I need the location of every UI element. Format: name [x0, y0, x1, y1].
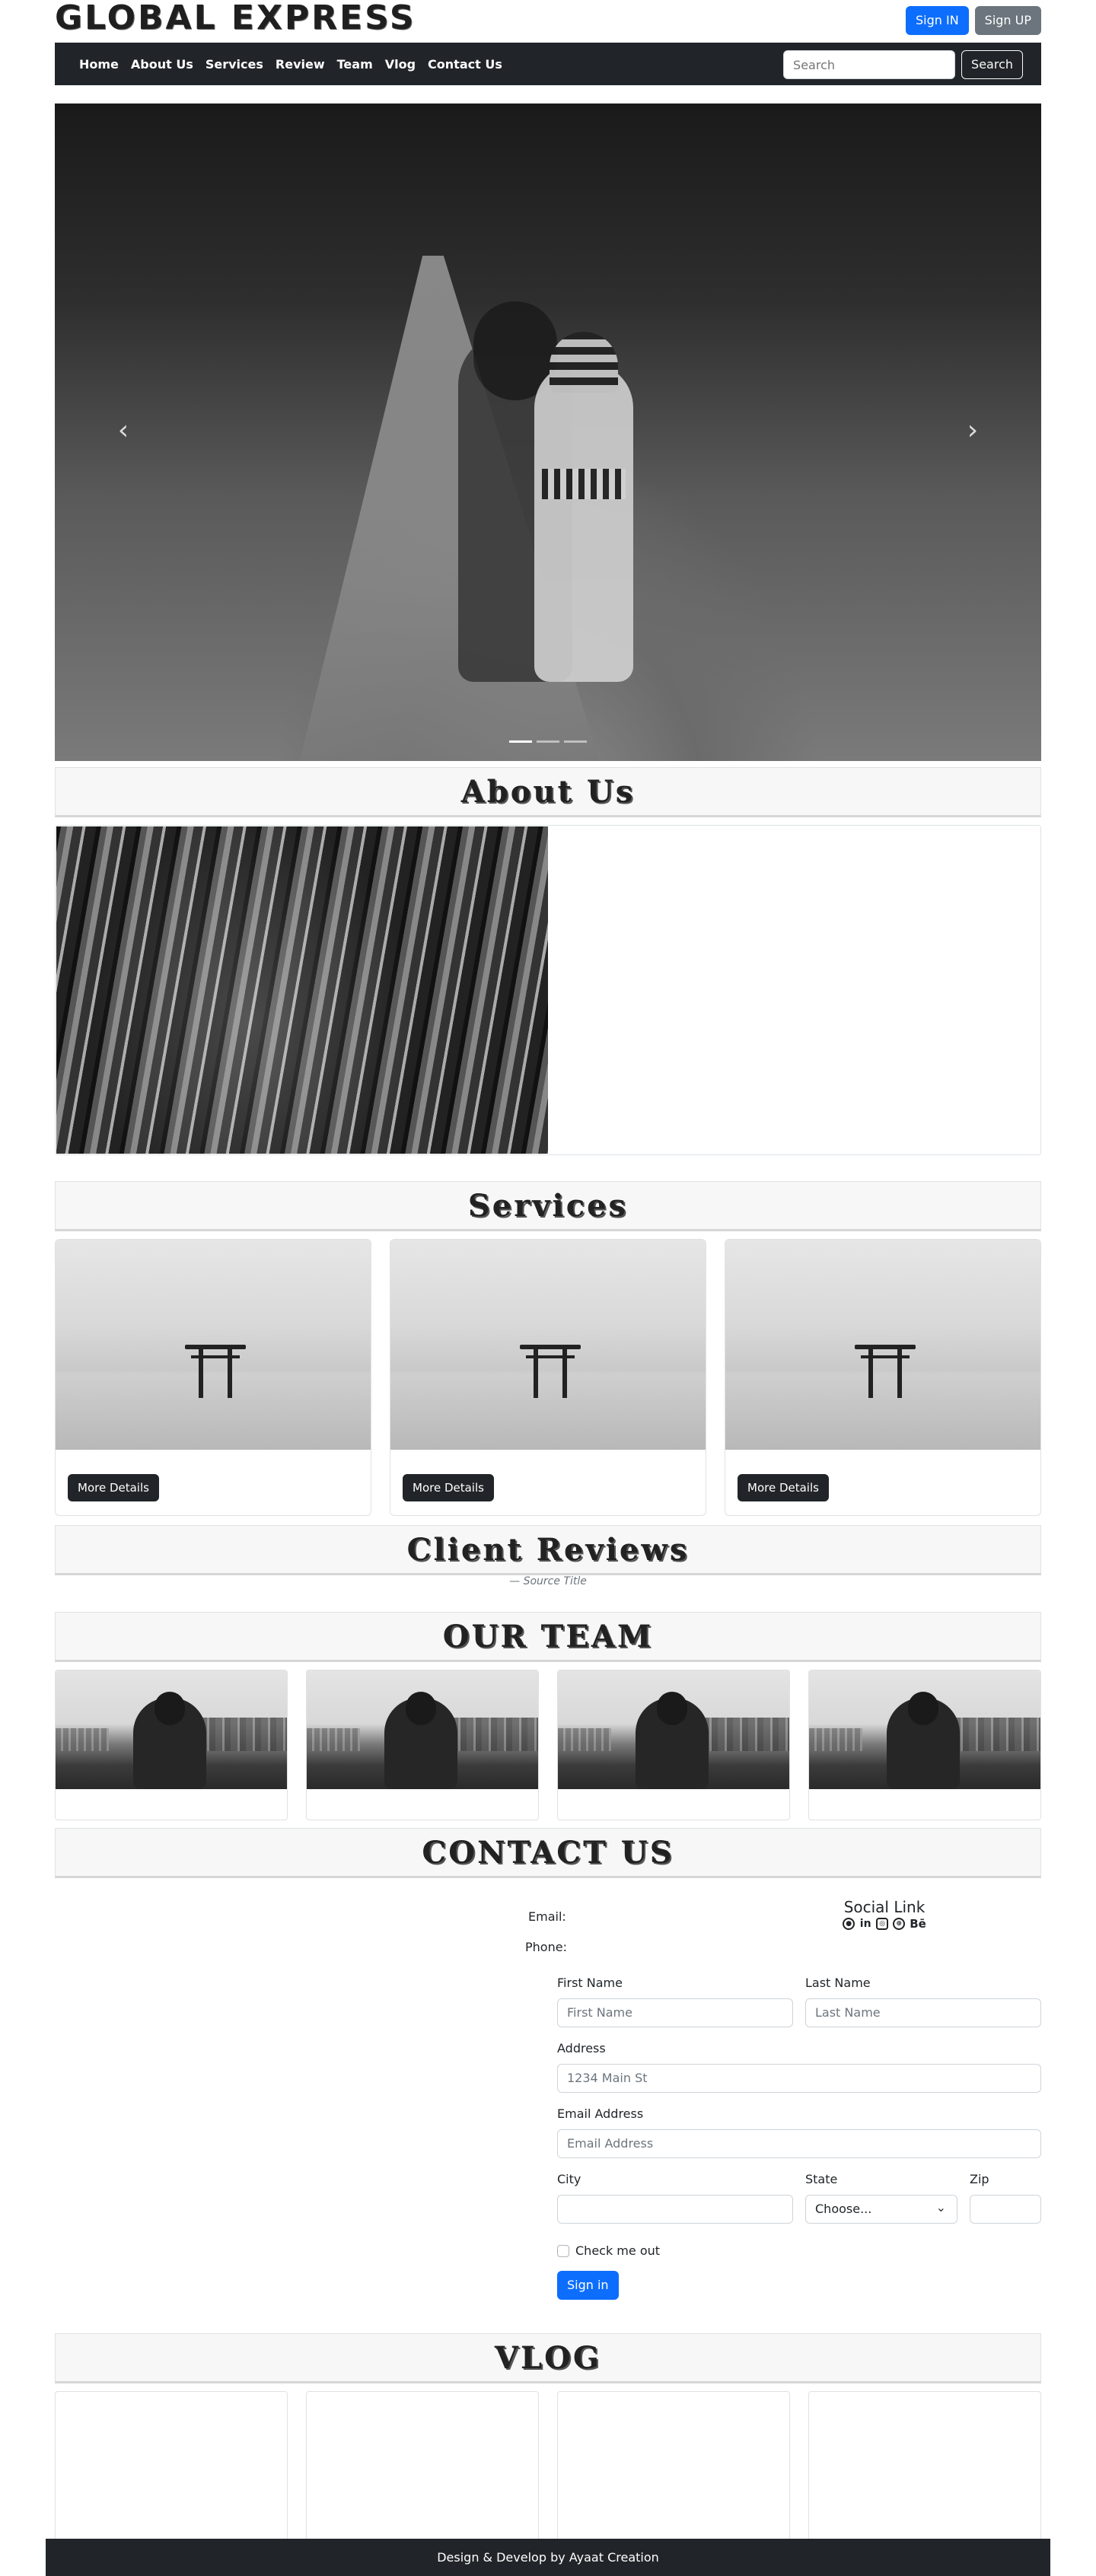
service-card: More Details: [390, 1239, 706, 1516]
state-select[interactable]: Choose...: [805, 2195, 957, 2224]
carousel-indicator[interactable]: [564, 740, 587, 743]
check-me-out-checkbox[interactable]: [557, 2244, 569, 2257]
vlog-card: [808, 2391, 1041, 2543]
vlog-title: VLOG: [494, 2339, 602, 2376]
first-name-field[interactable]: First Name: [557, 1998, 793, 2027]
linkedin-icon[interactable]: in: [859, 1918, 871, 1930]
about-header: About Us: [55, 767, 1041, 817]
review-source: — Source Title: [509, 1575, 587, 1587]
nav-search: Search: [783, 50, 1023, 79]
team-header: OUR TEAM: [55, 1612, 1041, 1662]
state-label: State: [805, 2172, 838, 2186]
team-image: [56, 1670, 287, 1789]
service-image: [56, 1240, 371, 1450]
check-me-out-label: Check me out: [575, 2243, 661, 2258]
search-button[interactable]: Search: [961, 50, 1023, 79]
carousel-indicator[interactable]: [537, 740, 559, 743]
last-name-label: Last Name: [805, 1976, 871, 1990]
vlog-card: [306, 2391, 539, 2543]
nav-review[interactable]: Review: [276, 57, 325, 72]
services-header: Services: [55, 1181, 1041, 1231]
email-address-label: Email Address: [557, 2106, 644, 2121]
nav-links: Home About Us Services Review Team Vlog …: [79, 43, 502, 85]
vlog-header: VLOG: [55, 2333, 1041, 2383]
nav-services[interactable]: Services: [206, 57, 263, 72]
address-label: Address: [557, 2041, 606, 2055]
vlog-card: [557, 2391, 790, 2543]
nav-team[interactable]: Team: [337, 57, 373, 72]
more-details-button[interactable]: More Details: [68, 1474, 159, 1501]
nav-contact[interactable]: Contact Us: [428, 57, 502, 72]
reviews-header: Client Reviews: [55, 1525, 1041, 1575]
services-title: Services: [467, 1187, 629, 1224]
about-card: [55, 825, 1041, 1155]
github-icon[interactable]: ●: [843, 1918, 855, 1930]
hero-carousel: ‹ ›: [55, 103, 1041, 761]
contact-header: CONTACT US: [55, 1828, 1041, 1878]
search-input[interactable]: [783, 50, 956, 79]
vlog-card: [55, 2391, 288, 2543]
dribbble-icon[interactable]: ⊕: [893, 1918, 906, 1930]
instagram-icon[interactable]: ◎: [876, 1918, 889, 1930]
team-image: [809, 1670, 1040, 1789]
contact-info: Email: Phone:: [525, 1906, 567, 1966]
nav-vlog[interactable]: Vlog: [385, 57, 416, 72]
email-address-field[interactable]: Email Address: [557, 2129, 1041, 2158]
first-name-label: First Name: [557, 1976, 623, 1990]
about-title: About Us: [460, 773, 636, 810]
team-card: [557, 1670, 790, 1820]
service-image: [390, 1240, 706, 1450]
nav-about[interactable]: About Us: [131, 57, 193, 72]
brand-logo[interactable]: GLOBAL EXPRESS: [55, 0, 416, 37]
team-card: [55, 1670, 288, 1820]
service-card: More Details: [725, 1239, 1041, 1516]
address-field[interactable]: 1234 Main St: [557, 2064, 1041, 2093]
sign-in-button[interactable]: Sign IN: [905, 6, 969, 35]
city-label: City: [557, 2172, 581, 2186]
more-details-button[interactable]: More Details: [738, 1474, 829, 1501]
zip-field[interactable]: [970, 2195, 1041, 2224]
team-title: OUR TEAM: [442, 1618, 654, 1654]
last-name-field[interactable]: Last Name: [805, 1998, 1041, 2027]
auth-buttons: Sign IN Sign UP: [905, 6, 1041, 35]
team-image: [307, 1670, 538, 1789]
social-title: Social Link: [843, 1898, 926, 1916]
email-label: Email:: [528, 1909, 566, 1924]
social-links: Social Link ● in ◎ ⊕ Bē: [839, 1896, 930, 1930]
footer: Design & Develop by Ayaat Creation: [46, 2539, 1050, 2576]
sign-in-submit-button[interactable]: Sign in: [557, 2271, 619, 2300]
chevron-right-icon[interactable]: ›: [957, 416, 988, 446]
carousel-indicators: [55, 740, 1041, 743]
social-icons: ● in ◎ ⊕ Bē: [839, 1918, 930, 1930]
sign-up-button[interactable]: Sign UP: [974, 6, 1041, 35]
service-image: [725, 1240, 1040, 1450]
behance-icon[interactable]: Bē: [910, 1918, 926, 1930]
check-me-out: Check me out: [557, 2243, 660, 2258]
contact-title: CONTACT US: [422, 1834, 674, 1871]
team-image: [558, 1670, 789, 1789]
navbar: Home About Us Services Review Team Vlog …: [55, 43, 1041, 85]
phone-label: Phone:: [525, 1940, 567, 1954]
team-card: [306, 1670, 539, 1820]
about-image: [56, 826, 548, 1154]
service-card: More Details: [55, 1239, 371, 1516]
carousel-indicator[interactable]: [509, 740, 532, 743]
team-card: [808, 1670, 1041, 1820]
chevron-left-icon[interactable]: ‹: [108, 416, 139, 446]
nav-home[interactable]: Home: [79, 57, 119, 72]
reviews-title: Client Reviews: [406, 1531, 690, 1568]
zip-label: Zip: [970, 2172, 989, 2186]
city-field[interactable]: [557, 2195, 793, 2224]
more-details-button[interactable]: More Details: [403, 1474, 494, 1501]
